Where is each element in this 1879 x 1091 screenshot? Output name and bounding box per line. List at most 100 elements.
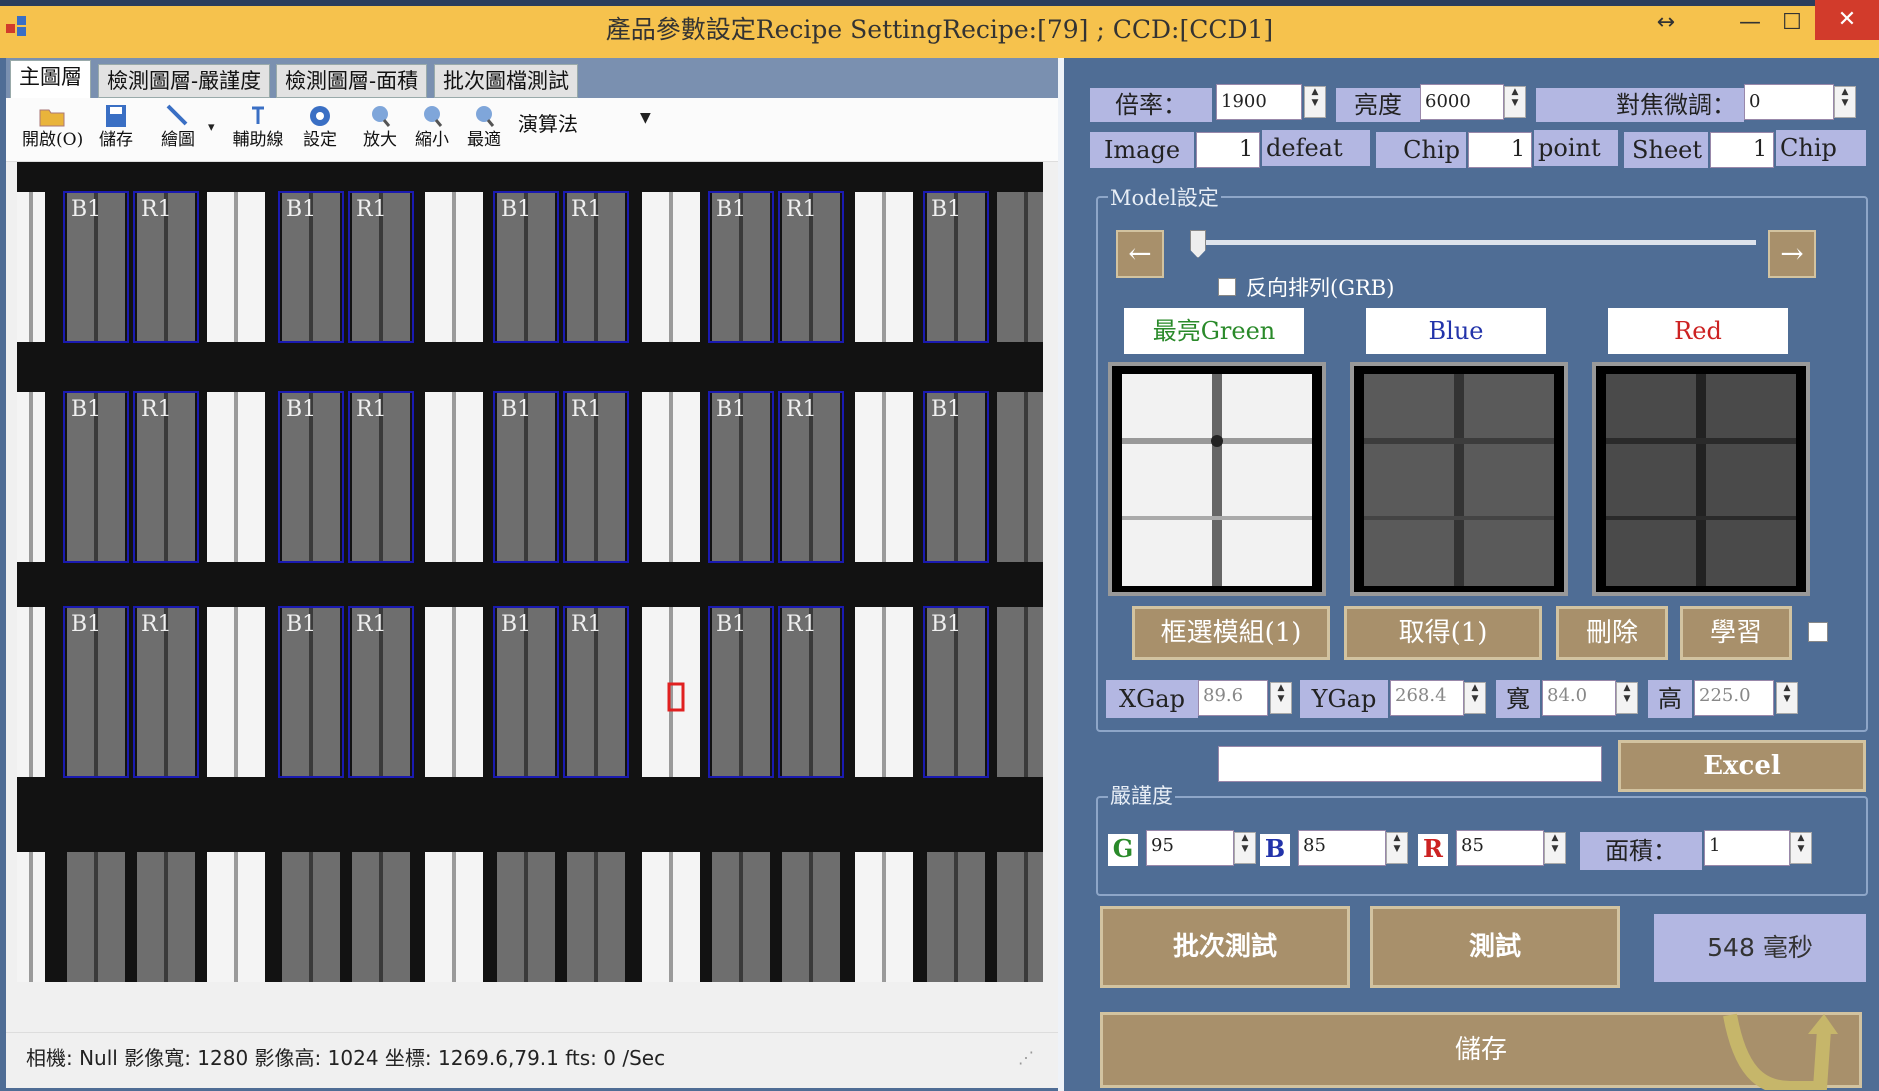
preview-blue-image: [1364, 374, 1554, 586]
resize-grip-icon[interactable]: ⋰: [1018, 1048, 1034, 1067]
xgap-input[interactable]: 89.6: [1198, 680, 1268, 716]
r-threshold-input[interactable]: 85: [1456, 830, 1544, 866]
open-button[interactable]: 開啟(O): [22, 104, 83, 160]
panel-divider[interactable]: [1058, 58, 1064, 1091]
xgap-spinner[interactable]: ▲ ▼: [1270, 682, 1292, 714]
chip-divider: [524, 852, 528, 982]
save-label: 儲存: [99, 130, 133, 150]
chip-count-input[interactable]: 1: [1468, 132, 1532, 168]
r-threshold-spinner[interactable]: ▲ ▼: [1544, 832, 1566, 864]
height-input[interactable]: 225.0: [1694, 680, 1774, 716]
chip-label: R1: [786, 612, 817, 637]
reverse-order-checkbox[interactable]: [1218, 278, 1236, 296]
chip-label: B1: [501, 397, 531, 422]
chip-cell: [997, 852, 1043, 982]
draw-label: 繪圖: [161, 130, 195, 150]
tab-batch-test[interactable]: 批次圖檔測試: [434, 64, 578, 98]
g-threshold-input[interactable]: 95: [1146, 830, 1234, 866]
chip-divider: [1024, 607, 1028, 777]
chip-label: B1: [716, 197, 746, 222]
chip-divider: [29, 607, 33, 777]
chip-label: R1: [571, 397, 602, 422]
sheet-count-input[interactable]: 1: [1710, 132, 1774, 168]
g-threshold-spinner[interactable]: ▲ ▼: [1234, 832, 1256, 864]
close-button[interactable]: ✕: [1815, 0, 1879, 40]
chevron-down-icon[interactable]: ▼: [640, 110, 651, 126]
focus-input[interactable]: 0: [1744, 84, 1834, 120]
width-spinner[interactable]: ▲ ▼: [1616, 682, 1638, 714]
chip-divider: [1024, 192, 1028, 342]
b-threshold-input[interactable]: 85: [1298, 830, 1386, 866]
swatch-blue[interactable]: Blue: [1366, 308, 1546, 354]
settings-button[interactable]: 設定: [290, 104, 350, 160]
ygap-label: YGap: [1300, 680, 1388, 718]
zoom-out-button[interactable]: 縮小: [402, 104, 462, 160]
delete-button[interactable]: 刪除: [1556, 606, 1668, 660]
chip-label: R1: [356, 612, 387, 637]
chip-label: B1: [71, 397, 101, 422]
chip-divider: [29, 392, 33, 562]
area-input[interactable]: 1: [1704, 830, 1790, 866]
swatch-red[interactable]: Red: [1608, 308, 1788, 354]
chip-divider: [1024, 852, 1028, 982]
image-count-input[interactable]: 1: [1196, 132, 1260, 168]
swatch-green[interactable]: 最亮Green: [1124, 308, 1304, 354]
zoom-input[interactable]: 1900: [1216, 84, 1302, 120]
chip-label: R1: [571, 612, 602, 637]
batch-test-button[interactable]: 批次測試: [1100, 906, 1350, 988]
chip-label: B1: [716, 397, 746, 422]
test-button[interactable]: 測試: [1370, 906, 1620, 988]
point-label: point: [1534, 130, 1618, 166]
tab-main-layer[interactable]: 主圖層: [10, 60, 91, 98]
guide-line-button[interactable]: 輔助線: [228, 104, 288, 160]
chip-label: B1: [501, 197, 531, 222]
learn-button[interactable]: 學習: [1680, 606, 1792, 660]
next-arrow-button[interactable]: →: [1768, 230, 1816, 278]
chip-label: R1: [141, 612, 172, 637]
chip-label: R1: [141, 397, 172, 422]
b-threshold-spinner[interactable]: ▲ ▼: [1386, 832, 1408, 864]
tab-inspect-strictness[interactable]: 檢測圖層-嚴謹度: [98, 64, 271, 98]
excel-path-input[interactable]: [1218, 746, 1602, 782]
chip-label: B1: [71, 612, 101, 637]
chip-label: Chip: [1376, 132, 1466, 168]
select-module-button[interactable]: 框選模組(1): [1132, 606, 1330, 660]
brightness-input[interactable]: 6000: [1420, 84, 1504, 120]
height-spinner[interactable]: ▲ ▼: [1776, 682, 1798, 714]
draw-dropdown-icon[interactable]: ▾: [208, 120, 215, 135]
ygap-input[interactable]: 268.4: [1390, 680, 1464, 716]
zoom-in-button[interactable]: 放大: [350, 104, 410, 160]
maximize-button[interactable]: ☐: [1772, 6, 1812, 40]
focus-spinner[interactable]: ▲ ▼: [1834, 86, 1856, 118]
get-button[interactable]: 取得(1): [1344, 606, 1542, 660]
chip-divider: [452, 392, 456, 562]
width-input[interactable]: 84.0: [1542, 680, 1616, 716]
excel-button[interactable]: Excel: [1618, 740, 1866, 792]
chip-label: B1: [931, 612, 961, 637]
chip-divider: [452, 607, 456, 777]
chip-label: B1: [71, 197, 101, 222]
zoom-out-icon: [424, 106, 443, 127]
brightness-spinner[interactable]: ▲ ▼: [1504, 86, 1526, 118]
ygap-spinner[interactable]: ▲ ▼: [1464, 682, 1486, 714]
chip-divider: [452, 852, 456, 982]
restore-icon[interactable]: ↔: [1646, 6, 1686, 40]
inspection-image[interactable]: B1 R1 B1 R1 B1 R1 B1 R1 B1 B1 R1 B1 R1 B1 R1 B1 R1 B1 B1 R1…: [17, 162, 1043, 982]
zoom-spinner[interactable]: ▲ ▼: [1304, 86, 1326, 118]
algorithm-dropdown[interactable]: 演算法: [518, 108, 648, 137]
zoom-fit-button[interactable]: 最適: [454, 104, 514, 160]
save-button[interactable]: 儲存: [86, 104, 146, 160]
minimize-button[interactable]: —: [1730, 6, 1770, 40]
height-label: 高: [1648, 680, 1692, 718]
chip-divider: [94, 852, 98, 982]
chip-divider: [452, 192, 456, 342]
area-spinner[interactable]: ▲ ▼: [1790, 832, 1812, 864]
zoom-in-icon: [372, 106, 391, 127]
chip-divider: [309, 852, 313, 982]
prev-arrow-button[interactable]: ←: [1116, 230, 1164, 278]
model-slider-track[interactable]: [1196, 240, 1756, 245]
preview-green-image: [1122, 374, 1312, 586]
learn-checkbox[interactable]: [1808, 622, 1828, 642]
tab-inspect-area[interactable]: 檢測圖層-面積: [276, 64, 428, 98]
draw-button[interactable]: 繪圖: [148, 104, 208, 160]
